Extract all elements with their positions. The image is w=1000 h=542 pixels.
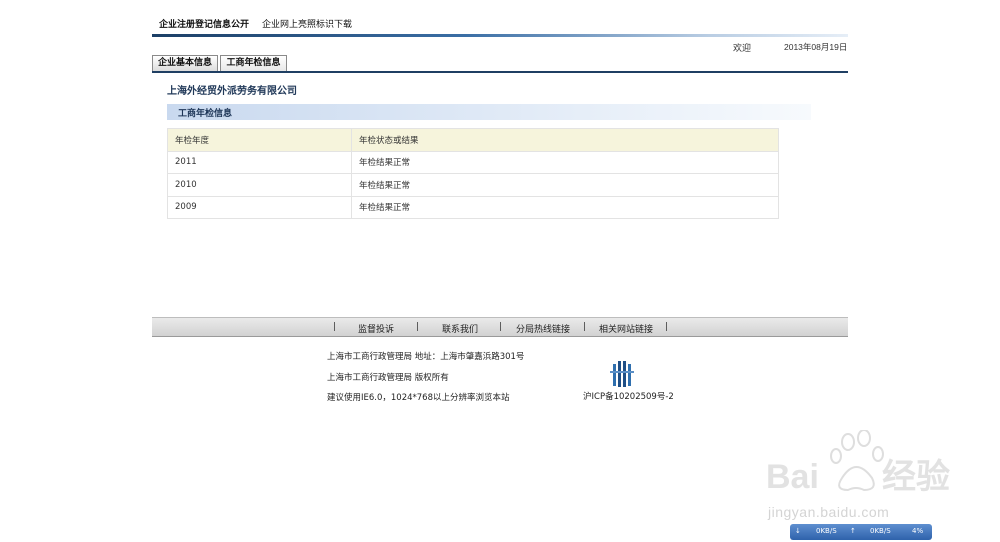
tab-basic-info[interactable]: 企业基本信息 (152, 55, 218, 71)
footer-separator: | (416, 322, 420, 332)
table-row: 2011 年检结果正常 (167, 150, 779, 174)
footer-browser-note: 建议使用IE6.0，1024*768以上分辨率浏览本站 (327, 393, 510, 403)
footer-separator: | (583, 322, 587, 332)
tab-divider (152, 71, 848, 73)
watermark-url: jingyan.baidu.com (768, 504, 890, 520)
table-row: 2009 年检结果正常 (167, 195, 779, 219)
column-header-result: 年检状态或结果 (351, 128, 779, 152)
table-header-row: 年检年度 年检状态或结果 (167, 128, 779, 152)
top-nav: 企业注册登记信息公开 企业网上亮照标识下载 (152, 0, 848, 36)
header-divider (152, 34, 848, 37)
nav-link-license-download[interactable]: 企业网上亮照标识下载 (262, 17, 352, 30)
footer-separator: | (499, 322, 503, 332)
tab-annual-inspection[interactable]: 工商年检信息 (220, 55, 287, 71)
cell-result: 年检结果正常 (351, 173, 779, 197)
usage-percent: 4% (912, 527, 924, 535)
section-title: 工商年检信息 (178, 109, 233, 119)
footer-link-bar: | 监督投诉 | 联系我们 | 分局热线链接 | 相关网站链接 | (152, 317, 848, 337)
icp-number[interactable]: 沪ICP备10202509号-2 (583, 390, 674, 402)
company-name: 上海外经贸外派劳务有限公司 (167, 86, 297, 97)
bureau-logo (610, 361, 634, 387)
svg-text:Bai: Bai (766, 458, 819, 496)
welcome-text: 欢迎 (733, 44, 752, 54)
footer-separator: | (665, 322, 669, 332)
footer-separator: | (333, 322, 337, 332)
nav-link-registration-info[interactable]: 企业注册登记信息公开 (159, 17, 249, 30)
table-row: 2010 年检结果正常 (167, 173, 779, 197)
footer-link-complaints[interactable]: 监督投诉 (358, 322, 394, 335)
inspection-table: 年检年度 年检状态或结果 2011 年检结果正常 2010 年检结果正常 200… (167, 128, 779, 219)
footer-link-related-sites[interactable]: 相关网站链接 (599, 322, 653, 335)
footer-link-branch-hotlines[interactable]: 分局热线链接 (516, 322, 570, 335)
column-header-year: 年检年度 (167, 128, 352, 152)
footer-link-contact[interactable]: 联系我们 (442, 322, 478, 335)
upload-speed: 0KB/S (870, 527, 891, 535)
upload-arrow-icon: ↑ (850, 527, 856, 535)
network-speed-meter: ↓ 0KB/S ↑ 0KB/S 4% (790, 524, 932, 540)
footer-copyright: 上海市工商行政管理局 版权所有 (327, 373, 449, 383)
section-header: 工商年检信息 (167, 104, 811, 120)
cell-result: 年检结果正常 (351, 195, 779, 219)
cell-year: 2011 (167, 150, 352, 174)
svg-text:经验: 经验 (882, 457, 950, 496)
cell-year: 2009 (167, 195, 352, 219)
cell-year: 2010 (167, 173, 352, 197)
current-date: 2013年08月19日 (784, 42, 848, 52)
footer-address: 上海市工商行政管理局 地址：上海市肇嘉浜路301号 (327, 352, 525, 362)
download-speed: 0KB/S (816, 527, 837, 535)
cell-result: 年检结果正常 (351, 150, 779, 174)
download-arrow-icon: ↓ (795, 527, 801, 535)
